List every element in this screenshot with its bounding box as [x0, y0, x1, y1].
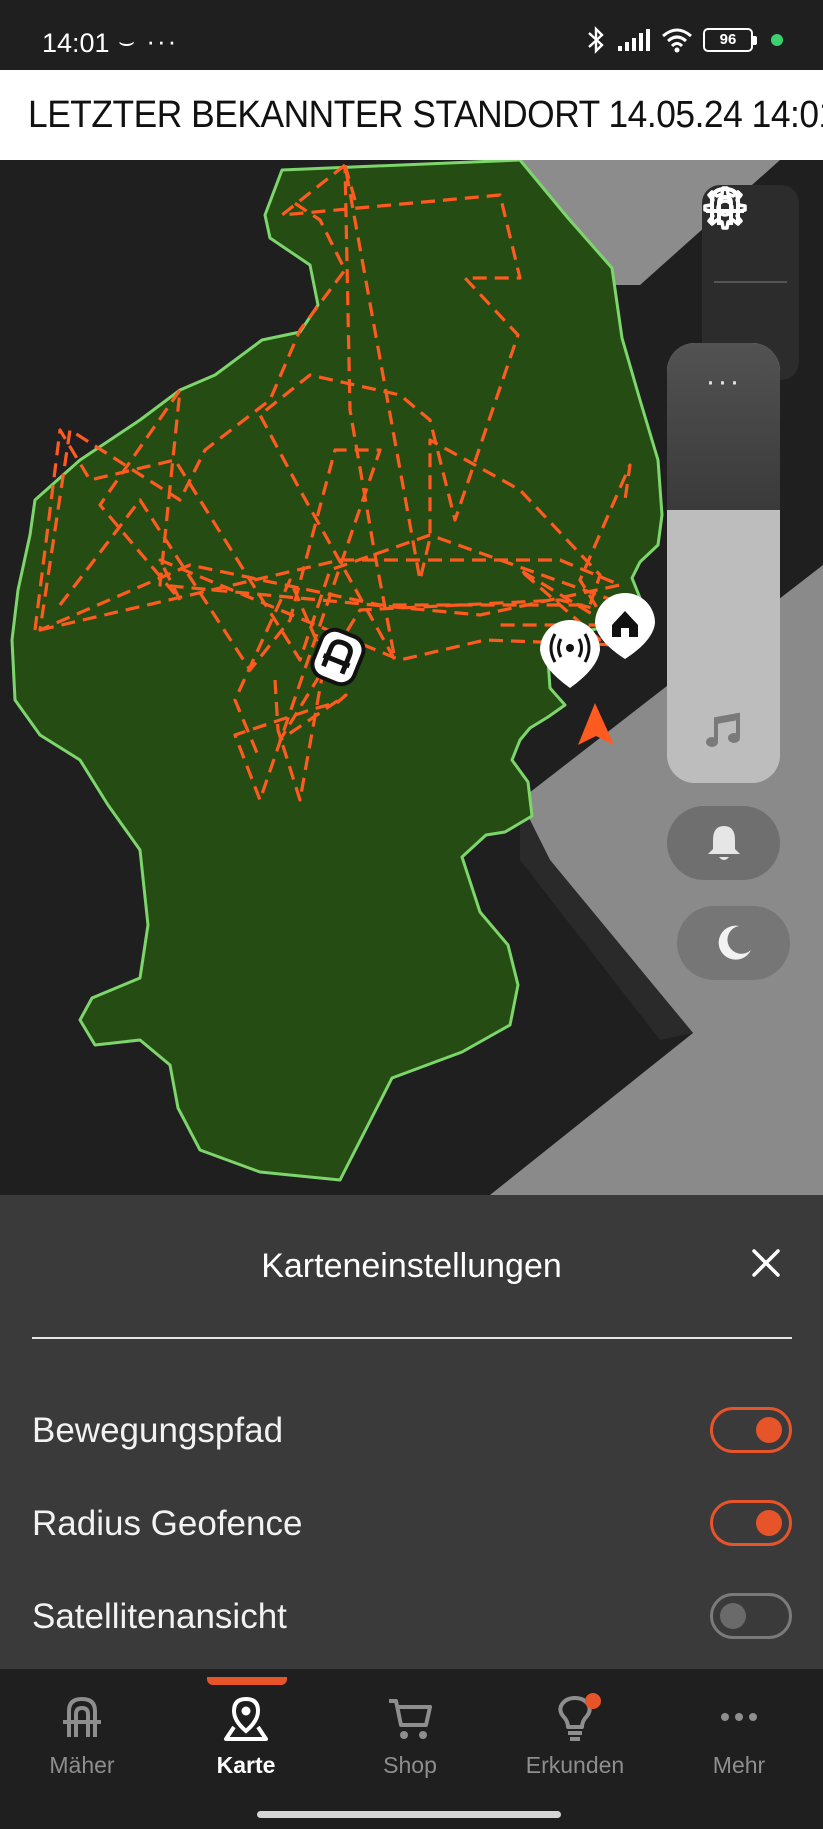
status-icons: 96 [585, 26, 783, 54]
nav-label: Karte [216, 1752, 276, 1778]
notification-badge [585, 1693, 601, 1709]
nav-label: Shop [383, 1752, 437, 1778]
nav-item-shop[interactable]: Shop [328, 1669, 492, 1789]
map-pin-icon [224, 1696, 268, 1741]
ring-mode-button[interactable] [667, 806, 780, 880]
nav-label: Mehr [712, 1752, 766, 1778]
toggle-knob [756, 1510, 782, 1536]
position-marker-icon [578, 703, 614, 745]
sheet-divider [32, 1337, 792, 1339]
mower-icon[interactable] [702, 185, 748, 231]
setting-label: Satellitenansicht [32, 1597, 287, 1636]
app-screen: 14:01 ⌣ ··· 96 LETZTER BEKANNTER STANDOR… [0, 0, 823, 1829]
movement-path-toggle[interactable] [710, 1407, 792, 1453]
home-marker[interactable] [595, 593, 655, 659]
last-location-header: LETZTER BEKANNTER STANDORT 14.05.24 14:0… [0, 70, 823, 160]
nav-item-maher[interactable]: Mäher [0, 1669, 164, 1789]
mower-icon [63, 1696, 101, 1737]
bluetooth-icon [588, 26, 604, 54]
controls-divider [714, 281, 787, 283]
setting-row-geofence[interactable]: Radius Geofence [32, 1488, 792, 1558]
close-icon[interactable] [750, 1247, 782, 1279]
bell-icon [708, 826, 740, 860]
battery-indicator: 96 [703, 28, 757, 52]
nav-label: Erkunden [525, 1752, 625, 1778]
setting-row-satellite[interactable]: Satellitenansicht [32, 1581, 792, 1651]
setting-label: Bewegungspfad [32, 1411, 284, 1450]
volume-slider[interactable]: ··· [667, 343, 780, 783]
music-note-icon [706, 712, 740, 747]
map-settings-sheet: Karteneinstellungen Bewegungspfad Radius… [0, 1195, 823, 1669]
sheet-title: Karteneinstellungen [261, 1247, 562, 1285]
nav-item-erkunden[interactable]: Erkunden [493, 1669, 657, 1789]
moon-icon [718, 925, 751, 960]
signal-icon [618, 29, 650, 51]
status-time: 14:01 [42, 28, 110, 58]
setting-label: Radius Geofence [32, 1504, 303, 1543]
satellite-view-toggle[interactable] [710, 1593, 792, 1639]
toggle-knob [720, 1603, 746, 1629]
geofence-radius-toggle[interactable] [710, 1500, 792, 1546]
volume-more-button[interactable]: ··· [667, 365, 780, 399]
page-title: LETZTER BEKANNTER STANDORT 14.05.24 14:0… [28, 94, 823, 136]
status-bar: 14:01 ⌣ ··· 96 [0, 0, 823, 70]
gesture-home-bar[interactable] [257, 1811, 561, 1818]
privacy-dot [771, 34, 783, 46]
volume-empty-area: ··· [667, 343, 780, 510]
nav-item-mehr[interactable]: Mehr [657, 1669, 821, 1789]
toggle-knob [756, 1417, 782, 1443]
nav-label: Mäher [49, 1752, 115, 1778]
cart-icon [389, 1699, 432, 1739]
status-notifications: ⌣ ··· [118, 26, 179, 56]
bottom-navigation: Mäher Karte Shop Erkunden Mehr [0, 1669, 823, 1829]
nav-item-karte[interactable]: Karte [164, 1669, 328, 1789]
setting-row-movement-path[interactable]: Bewegungspfad [32, 1395, 792, 1465]
wifi-icon [662, 28, 692, 53]
more-icon [721, 1713, 757, 1721]
do-not-disturb-button[interactable] [677, 906, 790, 980]
